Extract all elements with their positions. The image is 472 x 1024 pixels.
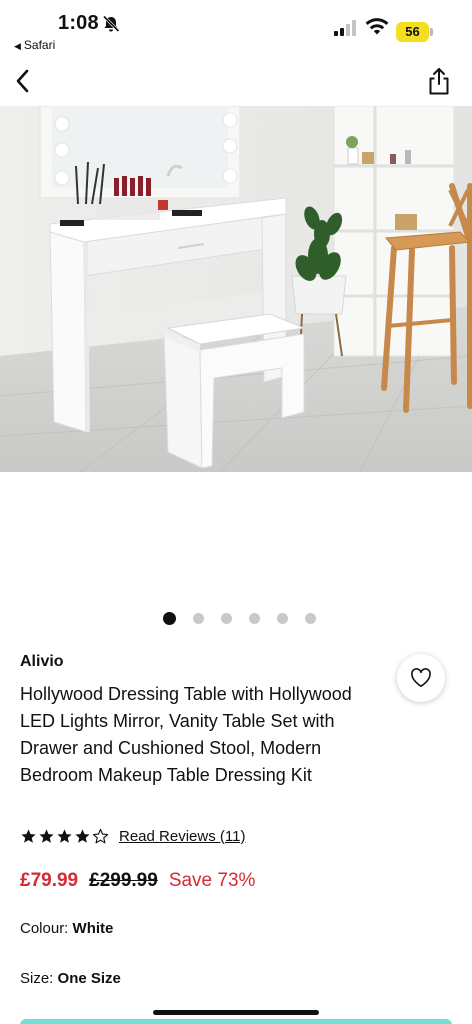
star-icon [75, 828, 90, 843]
nav-bar [0, 60, 472, 106]
brand-name[interactable]: Alivio [20, 653, 64, 671]
cellular-signal-icon [334, 20, 356, 36]
carousel-dots [0, 612, 472, 626]
home-indicator[interactable] [153, 1010, 319, 1015]
share-icon[interactable] [426, 66, 452, 98]
star-icon [39, 828, 54, 843]
current-price: £79.99 [20, 870, 79, 891]
back-triangle-icon: ◀ [14, 41, 21, 51]
star-outline-icon [92, 828, 109, 843]
original-price: £299.99 [89, 870, 158, 891]
carousel-dot[interactable] [276, 613, 288, 624]
chevron-left-icon[interactable] [12, 68, 34, 94]
add-to-bag-button[interactable] [20, 1019, 452, 1024]
size-selector[interactable]: Size: One Size [20, 970, 121, 987]
star-rating [20, 828, 109, 845]
carousel-dot[interactable] [248, 613, 260, 624]
battery-indicator: 56 [396, 22, 433, 42]
carousel-dot[interactable] [162, 612, 176, 625]
back-app-label: Safari [23, 38, 56, 52]
star-icon [57, 828, 72, 843]
colour-value: White [72, 920, 114, 937]
carousel-dot[interactable] [192, 613, 204, 624]
back-to-safari[interactable]: ◀ Safari [14, 38, 55, 52]
rating-row: Read Reviews (11) [20, 825, 245, 847]
wifi-icon [365, 18, 389, 35]
colour-selector[interactable]: Colour: White [20, 920, 113, 937]
star-icon [21, 828, 36, 843]
size-value: One Size [57, 970, 121, 987]
product-title: Hollywood Dressing Table with Hollywood … [20, 684, 352, 785]
size-label: Size: [20, 970, 54, 987]
wishlist-button[interactable] [397, 654, 445, 702]
product-image[interactable] [0, 106, 472, 472]
colour-label: Colour: [20, 920, 69, 937]
read-reviews-link[interactable]: Read Reviews (11) [119, 828, 245, 845]
savings-badge: Save 73% [168, 870, 256, 891]
product-photo [0, 106, 472, 472]
price-row: £79.99 £299.99 Save 73% [20, 870, 255, 896]
carousel-dot[interactable] [304, 613, 316, 624]
status-bar: 1:08 ◀ Safari 56 [0, 0, 472, 60]
carousel-dot[interactable] [220, 613, 232, 624]
heart-icon [411, 668, 431, 687]
bell-slash-icon [102, 15, 120, 33]
status-time: 1:08 [58, 12, 99, 34]
